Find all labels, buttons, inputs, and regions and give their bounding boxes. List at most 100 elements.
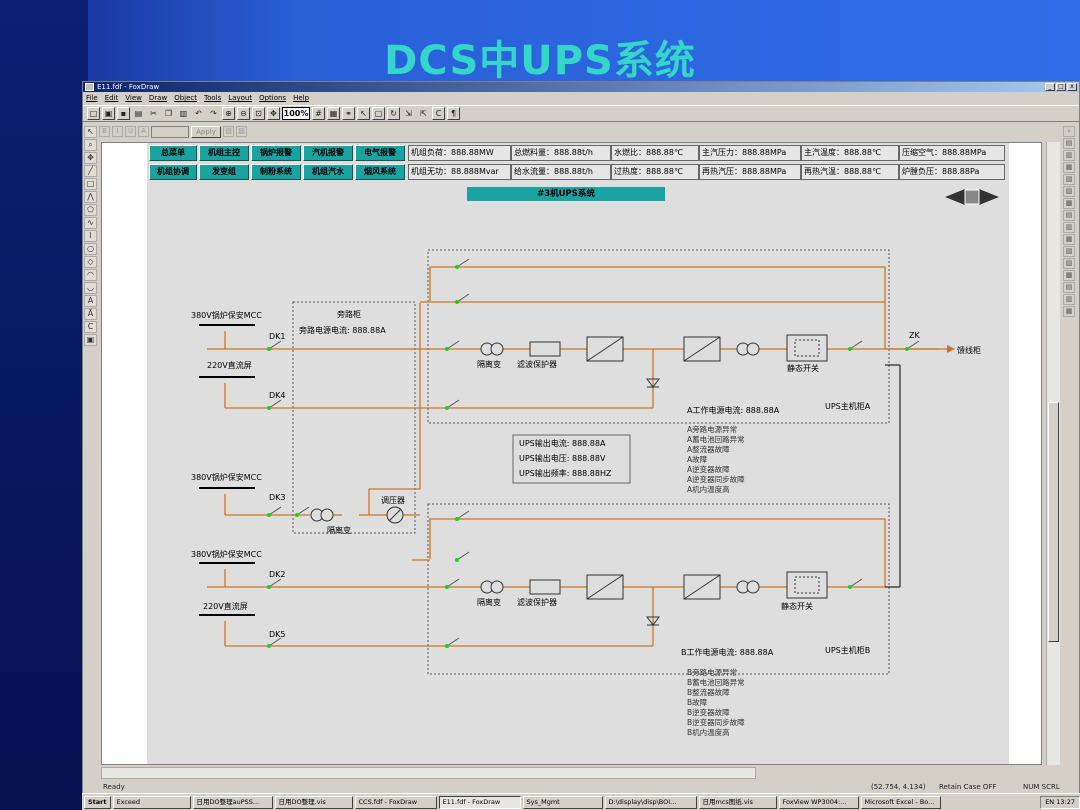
taskbar-item[interactable]: 日用DO整理.vis	[274, 795, 353, 809]
scroll-thumb[interactable]	[1048, 402, 1059, 642]
bold-icon[interactable]: B	[99, 126, 110, 137]
menu-help[interactable]: Help	[293, 93, 309, 104]
vertical-scrollbar[interactable]	[1046, 142, 1060, 765]
freehand-tool-icon[interactable]: ⌇	[84, 230, 97, 242]
zoom-in-icon[interactable]: ⊕	[222, 107, 235, 120]
line-tool-icon[interactable]: ╱	[84, 165, 97, 177]
taskbar-item[interactable]: 日用mcs图纸.vis	[698, 795, 777, 809]
chord-tool-icon[interactable]: ◡	[84, 282, 97, 294]
text-box-tool-icon[interactable]: Ā	[84, 308, 97, 320]
menu-edit[interactable]: Edit	[105, 93, 119, 104]
palette-tool-icon[interactable]: ▨	[1063, 258, 1075, 269]
minimize-button[interactable]: _	[1045, 83, 1055, 91]
image-tool-icon[interactable]: ▣	[84, 334, 97, 346]
copy-icon[interactable]: ❐	[162, 107, 175, 120]
connector-tool-icon[interactable]: C	[84, 321, 97, 333]
rectangle-tool-icon[interactable]: □	[84, 178, 97, 190]
underline-icon[interactable]: U	[125, 126, 136, 137]
select-area-icon[interactable]: ▢	[372, 107, 385, 120]
cut-icon[interactable]: ✂	[147, 107, 160, 120]
snap-icon[interactable]: ▦	[327, 107, 340, 120]
save-icon[interactable]: ▪	[117, 107, 130, 120]
taskbar-item[interactable]: Sys_Mgmt	[522, 795, 603, 809]
distribute-icon[interactable]: ⇱	[417, 107, 430, 120]
italic-icon[interactable]: I	[112, 126, 123, 137]
text-tool-icon[interactable]: A	[84, 295, 97, 307]
zoom-box-icon[interactable]: ⊡	[252, 107, 265, 120]
apply-button[interactable]: Apply	[191, 125, 221, 138]
grid-icon[interactable]: #	[312, 107, 325, 120]
palette-tool-icon[interactable]: ▦	[1063, 234, 1075, 245]
cursor-text-icon[interactable]: C	[432, 107, 445, 120]
taskbar-item[interactable]: CCS.fdf - FoxDraw	[354, 795, 437, 809]
palette-tool-icon[interactable]: ▦	[1063, 306, 1075, 317]
font-icon[interactable]: A	[138, 126, 149, 137]
taskbar-item[interactable]: FoxView WP3004:...	[778, 795, 859, 809]
open-file-icon[interactable]: ▣	[102, 107, 115, 120]
link-icon[interactable]: ⚭	[342, 107, 355, 120]
palette-tool-icon[interactable]: ▧	[1063, 246, 1075, 257]
menu-layout[interactable]: Layout	[228, 93, 252, 104]
taskbar-item[interactable]: D:\display\disp\BOI...	[604, 795, 697, 809]
polygon-tool-icon[interactable]: ⬠	[84, 204, 97, 216]
polyline-tool-icon[interactable]: ⋀	[84, 191, 97, 203]
palette-tool-icon[interactable]: ▤	[1063, 210, 1075, 221]
window-titlebar[interactable]: E11.fdf - FoxDraw _ □ x	[83, 82, 1079, 92]
menu-view[interactable]: View	[125, 93, 142, 104]
new-file-icon[interactable]: □	[87, 107, 100, 120]
static-b-label: 静态开关	[781, 601, 813, 611]
taskbar-item[interactable]: Exceed	[112, 795, 191, 809]
horizontal-scrollbar[interactable]	[101, 767, 756, 779]
rotate-icon[interactable]: ↻	[387, 107, 400, 120]
menu-file[interactable]: File	[86, 93, 98, 104]
maximize-button[interactable]: □	[1056, 83, 1066, 91]
menu-tools[interactable]: Tools	[204, 93, 221, 104]
redo-icon[interactable]: ↷	[207, 107, 220, 120]
palette-tool-icon[interactable]: ▨	[1063, 186, 1075, 197]
taskbar-item[interactable]: Microsoft Excel - Bo...	[860, 795, 941, 809]
system-tray: EN 13:27	[1040, 795, 1080, 809]
palette-tool-icon[interactable]: ▩	[1063, 270, 1075, 281]
select-tool-icon[interactable]: ↖	[84, 126, 97, 138]
palette-tool-icon[interactable]: ▧	[1063, 174, 1075, 185]
ellipse-tool-icon[interactable]: ○	[84, 243, 97, 255]
menu-options[interactable]: Options	[259, 93, 286, 104]
align-icon[interactable]: ⇲	[402, 107, 415, 120]
object-icon[interactable]: ¶	[447, 107, 460, 120]
drawing-canvas[interactable]: 总菜单 机组主控 锅炉报警 汽机报警 电气报警 机组协调 发变组 制粉系统 机组…	[101, 142, 1042, 765]
zoom-out-icon[interactable]: ⊖	[237, 107, 250, 120]
pan-icon[interactable]: ✥	[267, 107, 280, 120]
arc-tool-icon[interactable]: ◠	[84, 269, 97, 281]
palette-tool-icon[interactable]: ›	[1063, 126, 1075, 137]
palette-tool-icon[interactable]: ▤	[1063, 282, 1075, 293]
pointer-icon[interactable]: ↖	[357, 107, 370, 120]
fill-icon[interactable]: ▧	[223, 126, 234, 137]
language-indicator[interactable]: EN	[1045, 798, 1054, 806]
palette-tool-icon[interactable]: ▦	[1063, 162, 1075, 173]
curve-tool-icon[interactable]: ∿	[84, 217, 97, 229]
font-size-field[interactable]	[151, 125, 189, 138]
close-button[interactable]: x	[1067, 83, 1077, 91]
menu-draw[interactable]: Draw	[149, 93, 167, 104]
alarm-b: B故障	[687, 697, 708, 707]
print-icon[interactable]: ▤	[132, 107, 145, 120]
undo-icon[interactable]: ↶	[192, 107, 205, 120]
taskbar-item[interactable]: 日用DO整理auPSS...	[192, 795, 273, 809]
page-nav-arrows-icon[interactable]	[945, 189, 999, 205]
start-button[interactable]: Start	[84, 795, 111, 809]
move-tool-icon[interactable]: ✥	[84, 152, 97, 164]
palette-tool-icon[interactable]: ▥	[1063, 150, 1075, 161]
alarm-a: A整流器故障	[687, 444, 730, 454]
palette-tool-icon[interactable]: ▩	[1063, 198, 1075, 209]
palette-tool-icon[interactable]: ▥	[1063, 294, 1075, 305]
palette-tool-icon[interactable]: ▤	[1063, 138, 1075, 149]
taskbar-item-active[interactable]: E11.fdf - FoxDraw	[438, 795, 521, 809]
right-palette: › ▤ ▥ ▦ ▧ ▨ ▩ ▤ ▥ ▦ ▧ ▨ ▩ ▤ ▥ ▦	[1063, 126, 1077, 317]
diamond-tool-icon[interactable]: ◇	[84, 256, 97, 268]
magnify-tool-icon[interactable]: ⌕	[84, 139, 97, 151]
menu-object[interactable]: Object	[174, 93, 197, 104]
line-color-icon[interactable]: ▨	[236, 126, 247, 137]
zoom-level[interactable]: 100%	[282, 107, 310, 120]
palette-tool-icon[interactable]: ▥	[1063, 222, 1075, 233]
paste-icon[interactable]: ▥	[177, 107, 190, 120]
